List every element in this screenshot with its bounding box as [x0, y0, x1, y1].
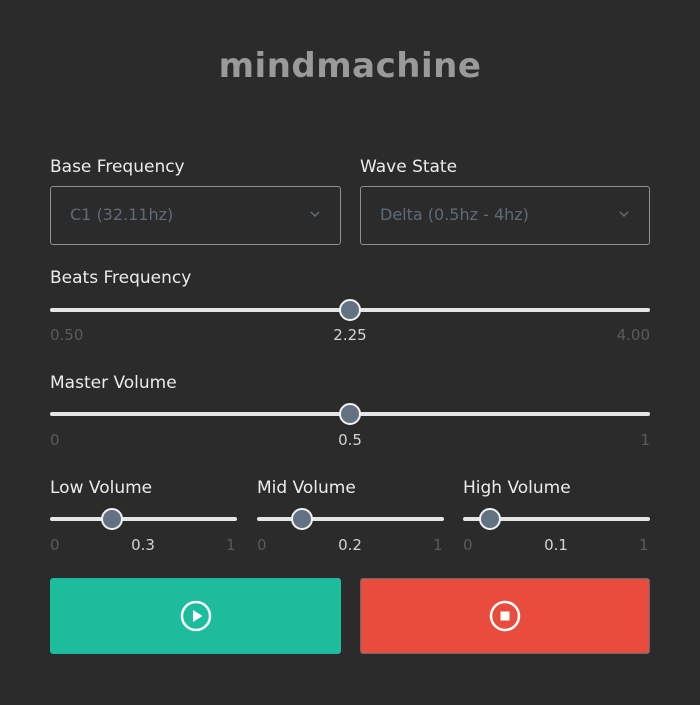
- app-title: mindmachine: [218, 46, 482, 86]
- slider-thumb[interactable]: [290, 508, 313, 530]
- slider-thumb[interactable]: [479, 508, 502, 530]
- beats-frequency-value: 2.25: [333, 326, 367, 344]
- base-frequency-label: Base Frequency: [50, 157, 185, 177]
- wave-state-select[interactable]: Delta (0.5hz - 4hz): [360, 186, 650, 245]
- low-volume-slider[interactable]: [50, 504, 237, 534]
- mid-volume-min: 0: [257, 536, 267, 554]
- stop-button[interactable]: [360, 578, 650, 654]
- play-button[interactable]: [50, 578, 341, 654]
- beats-frequency-slider[interactable]: [50, 295, 650, 325]
- beats-frequency-label: Beats Frequency: [50, 268, 192, 288]
- base-frequency-value: C1 (32.11hz): [70, 205, 174, 224]
- master-volume-label: Master Volume: [50, 373, 177, 393]
- slider-thumb[interactable]: [339, 299, 361, 321]
- high-volume-max: 1: [639, 536, 649, 554]
- high-volume-label: High Volume: [463, 478, 571, 498]
- slider-track: [50, 517, 237, 521]
- mid-volume-label: Mid Volume: [257, 478, 356, 498]
- stop-circle-icon: [489, 600, 521, 632]
- play-circle-icon: [180, 600, 211, 632]
- wave-state-value: Delta (0.5hz - 4hz): [380, 205, 529, 224]
- mindmachine-app: mindmachine Base Frequency C1 (32.11hz) …: [0, 0, 700, 705]
- high-volume-value: 0.1: [544, 536, 568, 554]
- low-volume-min: 0: [50, 536, 60, 554]
- high-volume-slider[interactable]: [463, 504, 650, 534]
- wave-state-label: Wave State: [360, 157, 458, 177]
- slider-thumb[interactable]: [339, 403, 361, 425]
- master-volume-max: 1: [640, 431, 650, 449]
- mid-volume-slider[interactable]: [257, 504, 444, 534]
- low-volume-label: Low Volume: [50, 478, 153, 498]
- beats-frequency-max: 4.00: [616, 326, 650, 344]
- low-volume-max: 1: [226, 536, 236, 554]
- slider-track: [257, 517, 444, 521]
- low-volume-value: 0.3: [131, 536, 155, 554]
- base-frequency-select[interactable]: C1 (32.11hz): [50, 186, 341, 245]
- slider-thumb[interactable]: [100, 508, 123, 530]
- chevron-down-icon: [310, 211, 320, 218]
- high-volume-min: 0: [463, 536, 473, 554]
- master-volume-value: 0.5: [338, 431, 362, 449]
- master-volume-min: 0: [50, 431, 60, 449]
- master-volume-slider[interactable]: [50, 399, 650, 429]
- beats-frequency-min: 0.50: [50, 326, 84, 344]
- mid-volume-max: 1: [433, 536, 443, 554]
- mid-volume-value: 0.2: [338, 536, 362, 554]
- chevron-down-icon: [619, 211, 629, 218]
